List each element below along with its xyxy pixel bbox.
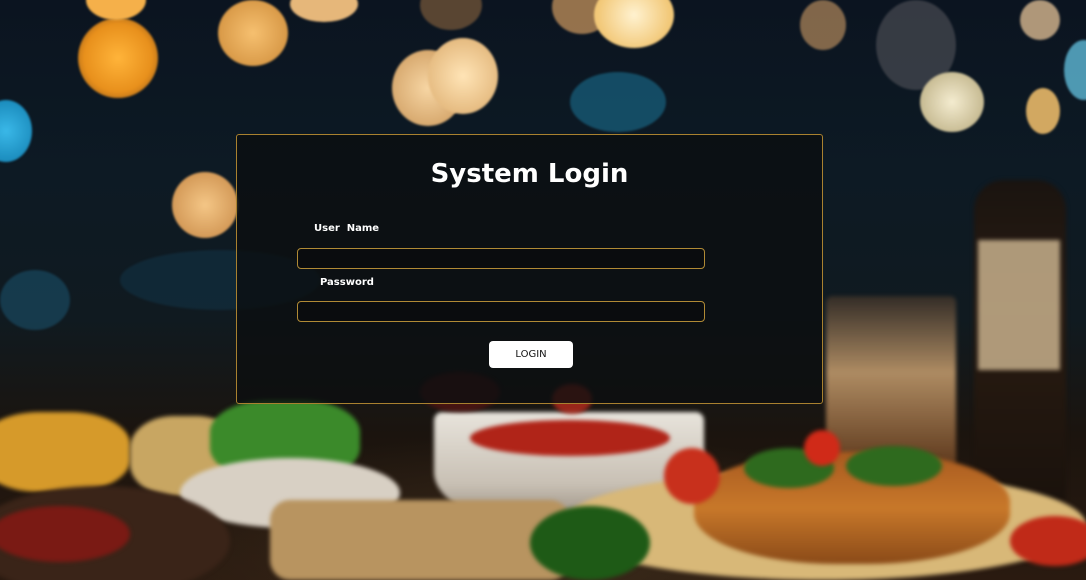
- bokeh-light: [86, 0, 146, 20]
- tomato: [664, 448, 720, 504]
- food-bowl: [470, 420, 670, 456]
- username-field[interactable]: [297, 248, 705, 269]
- bokeh-light: [78, 18, 158, 98]
- username-label: User Name: [314, 223, 380, 234]
- food-plate: [270, 500, 570, 580]
- bokeh-light: [0, 270, 70, 330]
- food-plate: [0, 412, 130, 492]
- password-field[interactable]: [297, 301, 705, 322]
- bokeh-light: [420, 0, 482, 30]
- password-label: Password: [320, 277, 374, 288]
- bokeh-light: [0, 100, 32, 162]
- bokeh-light: [290, 0, 358, 22]
- bokeh-light: [172, 172, 238, 238]
- login-panel: System Login User Name Password LOGIN: [236, 134, 823, 404]
- bokeh-light: [920, 72, 984, 132]
- bokeh-light: [428, 38, 498, 114]
- bottle-label: [978, 240, 1060, 370]
- bokeh-light: [570, 72, 666, 132]
- bokeh-light: [1064, 40, 1086, 100]
- glass: [826, 296, 956, 466]
- tomato: [804, 430, 840, 466]
- page-title: System Login: [430, 159, 629, 189]
- herb: [846, 446, 942, 486]
- herb: [530, 506, 650, 580]
- bokeh-light: [800, 0, 846, 50]
- login-page: System Login User Name Password LOGIN: [0, 0, 1086, 580]
- bokeh-light: [1020, 0, 1060, 40]
- bokeh-light: [218, 0, 288, 66]
- bokeh-light: [594, 0, 674, 48]
- login-button[interactable]: LOGIN: [489, 341, 573, 368]
- bokeh-light: [1026, 88, 1060, 134]
